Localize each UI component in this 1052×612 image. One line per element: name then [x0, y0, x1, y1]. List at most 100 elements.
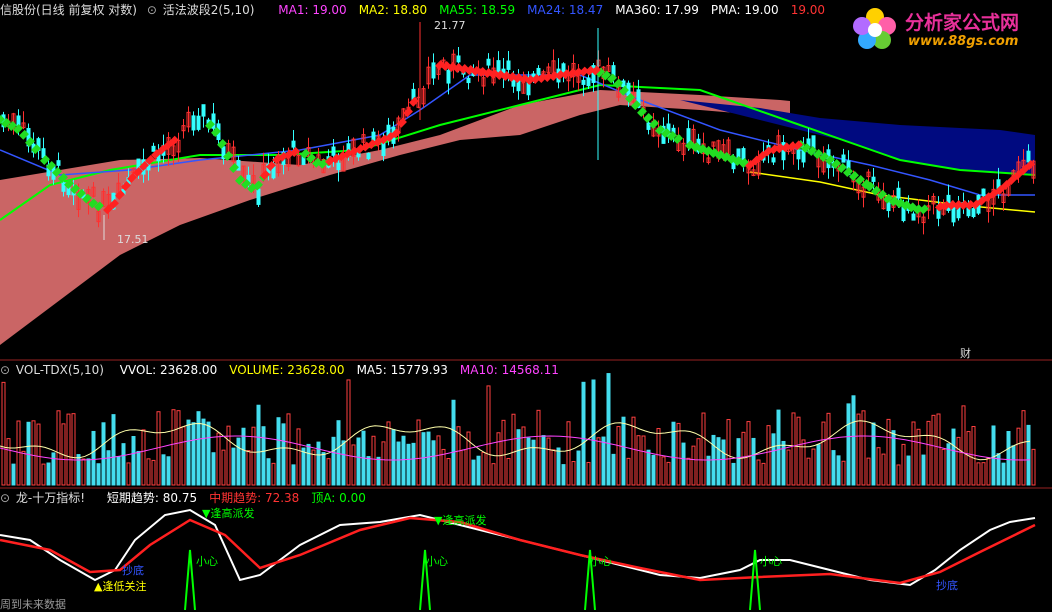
volume-bar	[386, 421, 391, 486]
careful-tag-2: 小心	[426, 555, 448, 568]
volume-bar	[446, 458, 451, 486]
site-logo[interactable]: 分析家公式网 www.88gs.com	[850, 2, 1050, 54]
low-price-label: 17.51	[117, 233, 149, 246]
candle-body	[951, 206, 956, 223]
volume-bar	[476, 455, 481, 486]
volume-bar	[796, 416, 801, 486]
volume-bar	[901, 443, 906, 486]
volume-bar	[746, 421, 751, 486]
buy-tag-1: 抄底	[122, 564, 144, 577]
volume-bar	[626, 457, 631, 486]
candle-body	[506, 60, 511, 70]
volume-bar	[841, 460, 846, 486]
volume-bar	[331, 436, 336, 486]
volume-bar	[906, 455, 911, 486]
volume-bar	[411, 442, 416, 486]
careful-tag-3: 小心	[590, 555, 612, 568]
high-price-label: 21.77	[434, 19, 466, 32]
candle-body	[581, 79, 586, 85]
volume-bar	[951, 428, 956, 486]
volume-bar	[501, 419, 506, 486]
volume-bar	[11, 463, 16, 486]
kline-chart[interactable]	[0, 0, 1052, 610]
volume-bar	[981, 462, 986, 486]
volume-bar	[51, 452, 56, 486]
volume-bar	[786, 449, 791, 486]
volume-bar	[26, 421, 31, 486]
candle-body	[911, 213, 916, 221]
volume-bar	[816, 444, 821, 486]
volume-bar	[961, 405, 966, 486]
volume-bar	[1006, 431, 1011, 486]
volume-bar	[6, 438, 11, 486]
careful-spike	[749, 549, 761, 610]
candle-body	[466, 77, 471, 84]
candle-body	[366, 152, 371, 160]
volume-bar	[506, 457, 511, 486]
volume-bar	[486, 385, 491, 486]
volume-bar	[116, 456, 121, 486]
volume-bar	[741, 431, 746, 486]
volume-bar	[611, 453, 616, 486]
volume-bar	[251, 426, 256, 486]
volume-bar	[621, 416, 626, 486]
volume-bar	[791, 412, 796, 486]
volume-bar	[276, 417, 281, 486]
volume-bar	[546, 437, 551, 486]
volume-bar	[71, 413, 76, 486]
volume-bar	[866, 457, 871, 486]
volume-bar	[106, 450, 111, 486]
careful-tag-1: 小心	[196, 555, 218, 568]
volume-bar	[171, 409, 176, 486]
candle-body	[971, 208, 976, 218]
volume-bar	[776, 409, 781, 486]
volume-bar	[101, 422, 106, 486]
volume-bar	[931, 414, 936, 486]
candle-body	[331, 146, 336, 156]
volume-bar	[371, 435, 376, 486]
volume-bar	[656, 428, 661, 486]
volume-bar	[581, 381, 586, 486]
candle-body	[61, 182, 66, 192]
volume-bar	[731, 462, 736, 486]
candle-body	[486, 58, 491, 66]
watch-tag: ▲逢低关注	[94, 580, 147, 593]
volume-bar	[771, 433, 776, 486]
volume-bar	[306, 443, 311, 486]
volume-bar	[851, 395, 856, 486]
volume-bar	[41, 463, 46, 486]
volume-bar	[241, 427, 246, 486]
volume-bar	[86, 458, 91, 486]
volume-bar	[1031, 448, 1036, 486]
candle-body	[291, 140, 296, 148]
volume-bar	[146, 458, 151, 486]
volume-bar	[391, 429, 396, 486]
volume-bar	[351, 444, 356, 486]
volume-bar	[36, 423, 41, 486]
sell-tag-2: ▼逢高派发	[434, 514, 487, 527]
volume-bar	[76, 454, 81, 486]
volume-bar	[111, 414, 116, 486]
volume-bar	[1021, 410, 1026, 486]
volume-bar	[521, 426, 526, 486]
volume-bar	[296, 428, 301, 486]
volume-bar	[871, 422, 876, 486]
volume-bar	[121, 443, 126, 486]
volume-bar	[401, 435, 406, 486]
volume-bar	[916, 428, 921, 486]
finance-marker[interactable]: 财	[960, 345, 971, 361]
candle-body	[371, 131, 376, 142]
volume-bar	[436, 435, 441, 486]
volume-bar	[266, 458, 271, 486]
volume-bar	[31, 420, 36, 486]
volume-bar	[836, 455, 841, 486]
volume-bar	[831, 450, 836, 486]
candle-body	[896, 187, 901, 199]
candle-body	[1026, 150, 1031, 163]
volume-bar	[811, 448, 816, 486]
volume-bar	[646, 449, 651, 486]
volume-bar	[81, 458, 86, 486]
volume-bar	[176, 410, 181, 486]
volume-bar	[56, 410, 61, 486]
volume-bar	[406, 443, 411, 486]
